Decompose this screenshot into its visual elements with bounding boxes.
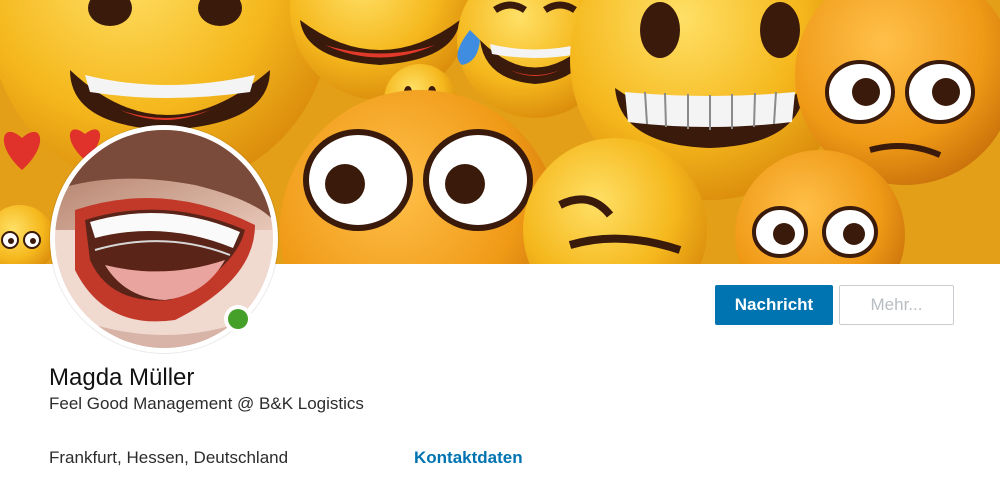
online-status-indicator (224, 305, 252, 333)
profile-page: Nachricht Mehr... Magda Müller Feel Good… (0, 0, 1000, 500)
contact-info-link[interactable]: Kontaktdaten (414, 448, 523, 468)
message-button[interactable]: Nachricht (715, 285, 833, 325)
profile-location: Frankfurt, Hessen, Deutschland (49, 448, 289, 467)
profile-name: Magda Müller (49, 364, 195, 391)
more-button[interactable]: Mehr... (839, 285, 954, 325)
profile-headline: Feel Good Management @ B&K Logistics (49, 394, 364, 413)
profile-avatar[interactable] (50, 125, 278, 353)
